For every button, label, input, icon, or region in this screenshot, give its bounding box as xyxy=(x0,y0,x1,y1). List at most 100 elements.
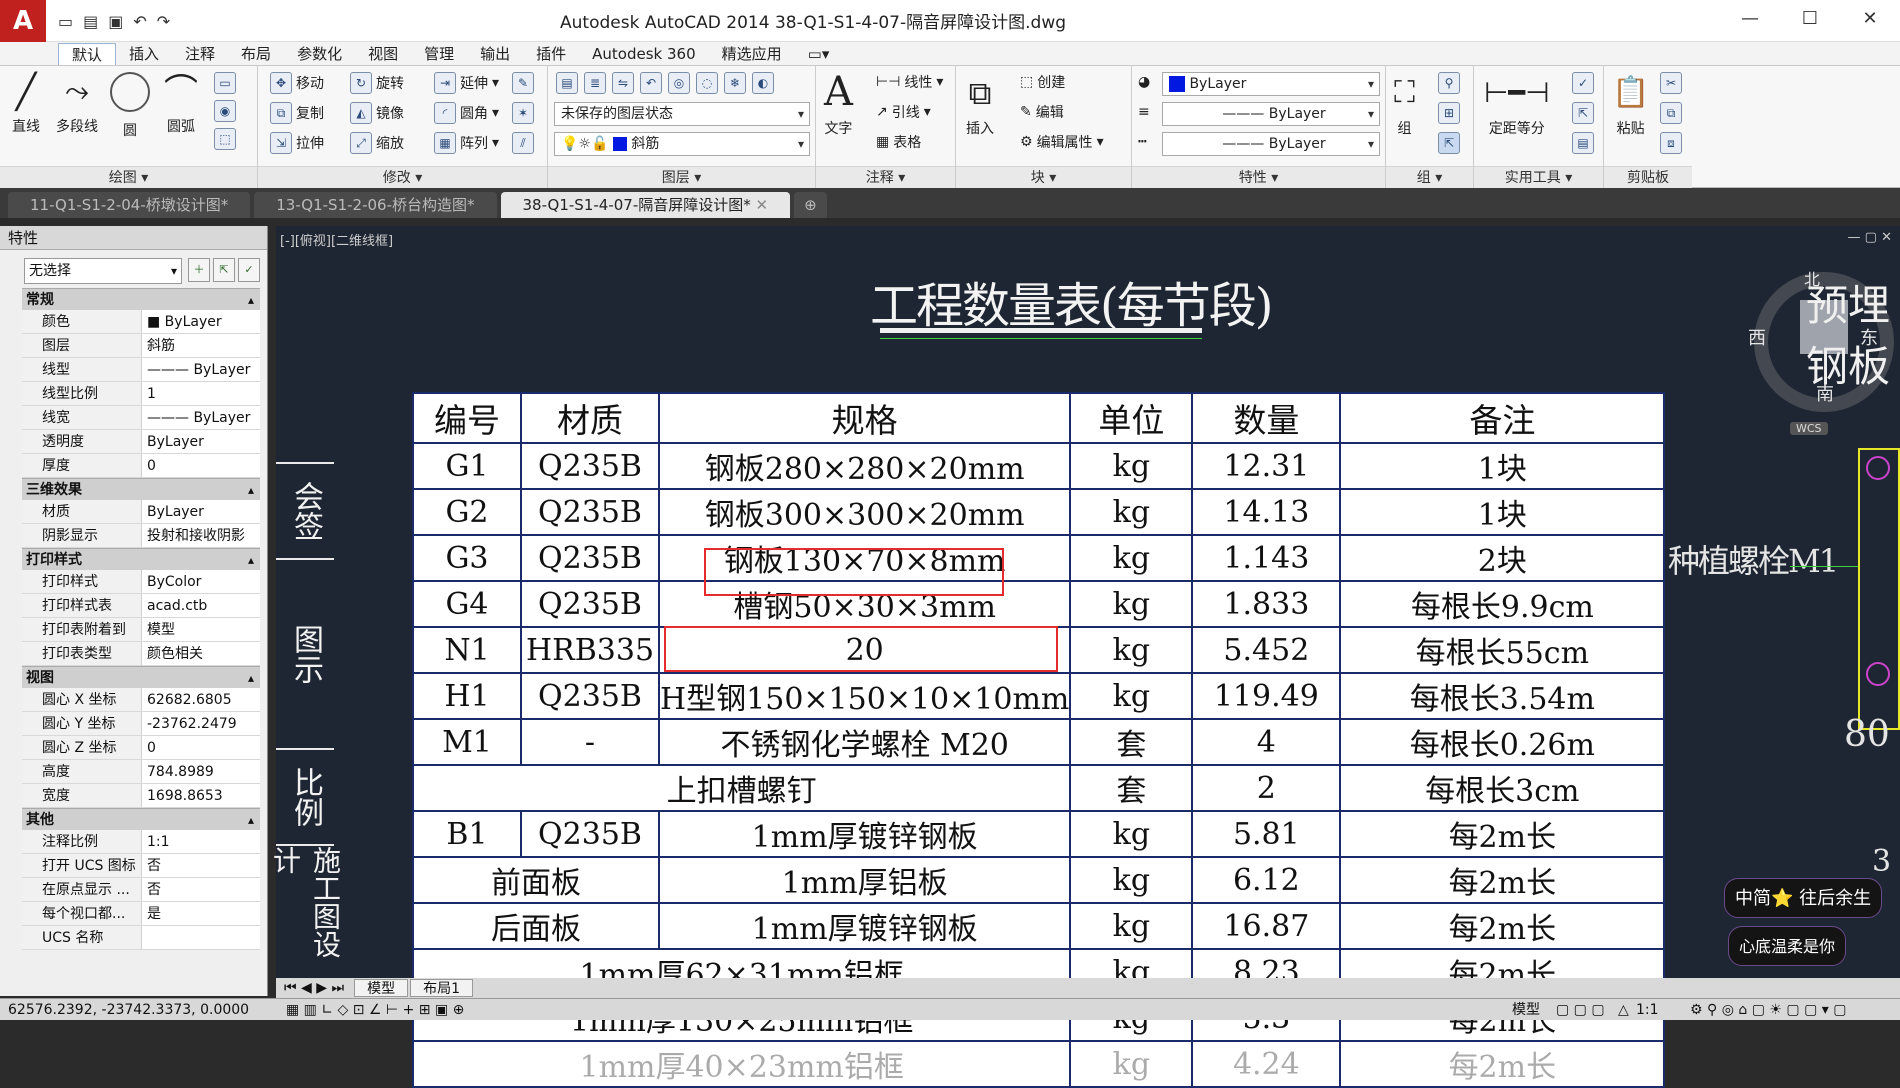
selected-object[interactable] xyxy=(1858,448,1900,730)
new-tab-button[interactable]: ⊕ xyxy=(794,192,827,218)
measure-button[interactable]: ⊢━⊣ 定距等分 xyxy=(1484,72,1550,138)
prop-row[interactable]: 线宽 ——— ByLayer xyxy=(22,406,260,430)
hatch-icon[interactable]: ◉ xyxy=(214,100,236,122)
minimize-icon[interactable]: — xyxy=(1720,0,1780,38)
panel-properties-title[interactable]: 特性 ▾ xyxy=(1132,166,1385,188)
close-icon[interactable]: ✕ xyxy=(1840,0,1900,38)
rotate-button[interactable]: ↻ 旋转 xyxy=(350,72,404,94)
prop-value[interactable]: ■ ByLayer xyxy=(142,310,260,333)
prop-value[interactable]: ——— ByLayer xyxy=(142,406,260,429)
new-icon[interactable]: ▭ xyxy=(58,12,73,31)
prop-value[interactable]: 1 xyxy=(142,382,260,405)
insert-button[interactable]: ⧉ 插入 xyxy=(966,72,994,138)
layout-nav-icons[interactable]: ⏮ ◀ ▶ ⏭ xyxy=(276,980,352,996)
prop-value[interactable]: ByLayer xyxy=(142,430,260,453)
coordinates-display[interactable]: 62576.2392, -23742.3373, 0.0000 xyxy=(8,999,249,1021)
viewport-controls[interactable]: [-][俯视][二维线框] xyxy=(280,230,393,249)
create-block-button[interactable]: ⬚ 创建 xyxy=(1020,72,1065,92)
layout-icons[interactable]: ▢ ▢ ▢ xyxy=(1556,999,1605,1021)
prop-value[interactable]: acad.ctb xyxy=(142,594,260,617)
prop-row[interactable]: 高度 784.8989 xyxy=(22,760,260,784)
prop-row[interactable]: 厚度 0 xyxy=(22,454,260,478)
drafting-toggles[interactable]: ▦ ▥ ∟ ◇ ⊡ ∠ ⊢ + ⊞ ▣ ⊕ xyxy=(286,999,464,1021)
polyline-button[interactable]: ⤳ 多段线 xyxy=(56,72,98,136)
undo-icon[interactable]: ↶ xyxy=(133,12,146,31)
prop-value[interactable]: 1:1 xyxy=(142,830,260,853)
select-all-icon[interactable]: ⇱ xyxy=(1572,102,1594,124)
prop-section[interactable]: 打印样式 xyxy=(22,548,260,571)
redo-icon[interactable]: ↷ xyxy=(157,12,170,31)
ribbon-tab-autodesk360[interactable]: Autodesk 360 xyxy=(579,43,708,65)
prop-section[interactable]: 三维效果 xyxy=(22,478,260,501)
close-tab-icon[interactable]: ✕ xyxy=(756,196,769,214)
ribbon-tab-output[interactable]: 输出 xyxy=(467,43,523,65)
prop-row[interactable]: 圆心 Z 坐标 0 xyxy=(22,736,260,760)
prop-row[interactable]: UCS 名称 xyxy=(22,926,260,950)
prop-row[interactable]: 打印样式 ByColor xyxy=(22,570,260,594)
prop-row[interactable]: 每个视口都... 是 xyxy=(22,902,260,926)
group-edit-icon[interactable]: ⊞ xyxy=(1438,102,1460,124)
prop-row[interactable]: 打开 UCS 图标否 xyxy=(22,854,260,878)
panel-modify-title[interactable]: 修改 ▾ xyxy=(258,166,547,188)
model-tab[interactable]: 模型 xyxy=(354,979,409,997)
quick-select-icon[interactable]: ✓ xyxy=(1572,72,1594,94)
array-button[interactable]: ▦ 阵列 ▾ xyxy=(434,132,499,154)
prop-row[interactable]: 材质 ByLayer xyxy=(22,500,260,524)
layer-off-icon[interactable]: ◐ xyxy=(752,72,774,94)
move-button[interactable]: ✥ 移动 xyxy=(270,72,324,94)
circle-button[interactable]: 圆 xyxy=(110,72,150,140)
prop-value[interactable]: 1698.8653 xyxy=(142,784,260,807)
boundary-icon[interactable]: ⬚ xyxy=(214,128,236,150)
grip-bottom[interactable] xyxy=(1866,662,1890,686)
panel-group-title[interactable]: 组 ▾ xyxy=(1386,166,1473,188)
prop-value[interactable]: ——— ByLayer xyxy=(142,358,260,381)
panel-clipboard-title[interactable]: 剪贴板 xyxy=(1604,166,1692,188)
prop-row[interactable]: 打印表类型 颜色相关 xyxy=(22,642,260,666)
prop-row[interactable]: 圆心 Y 坐标 -23762.2479 xyxy=(22,712,260,736)
rectangle-icon[interactable]: ▭ xyxy=(214,72,236,94)
leader-button[interactable]: ↗ 引线 ▾ xyxy=(876,102,931,122)
annotation-scale-icon[interactable]: △ xyxy=(1618,999,1629,1021)
selection-dropdown[interactable]: 无选择 xyxy=(24,258,182,284)
prop-row[interactable]: 透明度 ByLayer xyxy=(22,430,260,454)
layer-isolate-icon[interactable]: ◎ xyxy=(668,72,690,94)
prop-row[interactable]: 注释比例 1:1 xyxy=(22,830,260,854)
edit-attribute-button[interactable]: ⚙ 编辑属性 ▾ xyxy=(1020,132,1104,152)
doc-tab-3[interactable]: 38-Q1-S1-4-07-隔音屏障设计图* ✕ xyxy=(500,192,791,218)
text-button[interactable]: A 文字 xyxy=(824,70,853,138)
prop-row[interactable]: 打印样式表 acad.ctb xyxy=(22,594,260,618)
prop-value[interactable]: 斜筋 xyxy=(142,334,260,357)
ribbon-tab-insert[interactable]: 插入 xyxy=(116,43,172,65)
match-properties-icon[interactable]: ◕ xyxy=(1138,74,1150,90)
group-select-icon[interactable]: ⇱ xyxy=(1438,132,1460,154)
ribbon-tab-home[interactable]: 默认 xyxy=(58,43,117,65)
ribbon-tab-plugins[interactable]: 插件 xyxy=(523,43,579,65)
lineweight-dropdown[interactable]: ——— ByLayer xyxy=(1162,102,1380,126)
prop-row[interactable]: 线型 ——— ByLayer xyxy=(22,358,260,382)
prop-value[interactable]: 784.8989 xyxy=(142,760,260,783)
wcs-button[interactable]: WCS xyxy=(1790,422,1828,435)
layer-state-icon[interactable]: ≣ xyxy=(584,72,606,94)
linear-dim-button[interactable]: ⊢⊣ 线性 ▾ xyxy=(876,72,943,92)
cut-icon[interactable]: ✂ xyxy=(1660,72,1682,94)
prop-value[interactable]: 投射和接收阴影 xyxy=(142,524,260,547)
ribbon-tab-view[interactable]: 视图 xyxy=(355,43,411,65)
extend-button[interactable]: ⇥ 延伸 ▾ xyxy=(434,72,499,94)
ribbon-tab-parametric[interactable]: 参数化 xyxy=(284,43,355,65)
prop-row[interactable]: 颜色 ■ ByLayer xyxy=(22,310,260,334)
ribbon-tab-layout[interactable]: 布局 xyxy=(228,43,284,65)
layer-freeze-icon[interactable]: ❄ xyxy=(724,72,746,94)
group-button[interactable]: ⛶ 组 xyxy=(1394,72,1415,138)
layer-unisolate-icon[interactable]: ◌ xyxy=(696,72,718,94)
ribbon-tab-annotate[interactable]: 注释 xyxy=(172,43,228,65)
prop-row[interactable]: 在原点显示 ... 否 xyxy=(22,878,260,902)
prop-value[interactable]: 否 xyxy=(142,878,260,901)
ungroup-icon[interactable]: ⚲ xyxy=(1438,72,1460,94)
arc-button[interactable]: ⌒ 圆弧 xyxy=(164,72,198,136)
linetype-dropdown[interactable]: ——— ByLayer xyxy=(1162,132,1380,156)
quick-select-icon[interactable]: ✓ xyxy=(238,258,260,282)
offset-icon[interactable]: ⫽ xyxy=(512,132,534,154)
fillet-button[interactable]: ◜ 圆角 ▾ xyxy=(434,102,499,124)
doc-tab-1[interactable]: 11-Q1-S1-2-04-桥墩设计图* xyxy=(8,192,251,218)
panel-annotation-title[interactable]: 注释 ▾ xyxy=(816,166,955,188)
